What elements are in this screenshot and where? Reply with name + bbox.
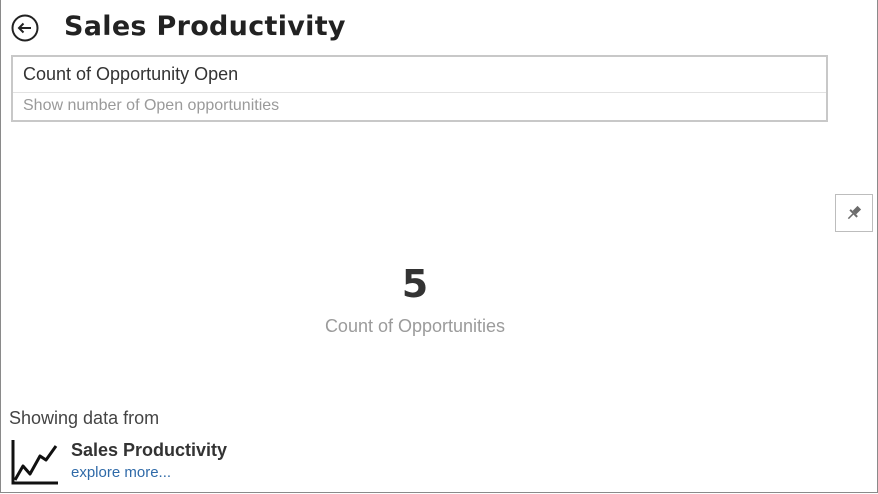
qna-query-box: Show number of Open opportunities: [11, 55, 828, 122]
kpi-value: 5: [401, 262, 429, 306]
back-button[interactable]: [11, 14, 39, 42]
line-chart-icon: [11, 440, 58, 485]
pin-visual-button[interactable]: [835, 194, 873, 232]
page-title: Sales Productivity: [64, 11, 346, 42]
data-source-name: Sales Productivity: [71, 440, 228, 460]
question-input[interactable]: [13, 57, 826, 93]
back-arrow-icon: [11, 14, 39, 42]
pin-icon: [847, 205, 862, 220]
query-suggestion[interactable]: Show number of Open opportunities: [23, 97, 279, 115]
kpi-label: Count of Opportunities: [324, 316, 506, 336]
data-source-heading: Showing data from: [9, 408, 160, 428]
explore-more-link[interactable]: explore more...: [71, 464, 171, 481]
